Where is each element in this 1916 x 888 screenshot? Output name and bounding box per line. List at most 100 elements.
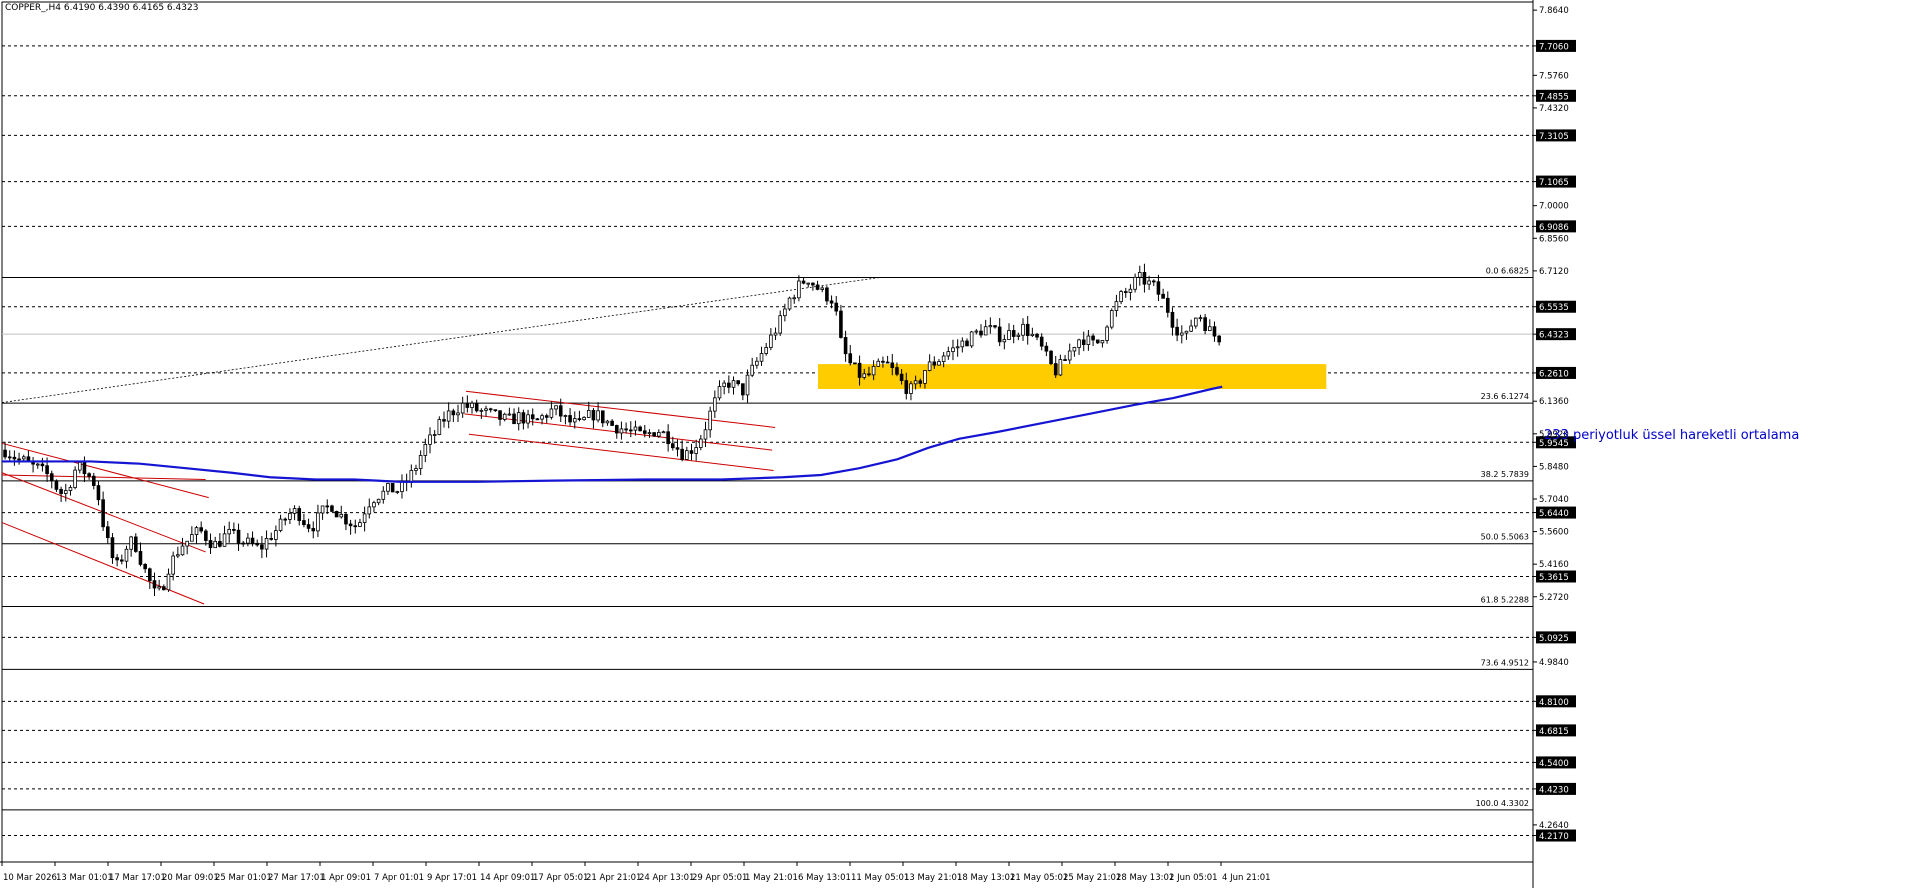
candle-body	[236, 529, 241, 544]
candle-body	[913, 380, 918, 385]
candle-body	[362, 513, 367, 524]
candle-body	[979, 330, 983, 336]
price-box-label: 6.9086	[1539, 223, 1569, 233]
candle-body	[1109, 310, 1114, 328]
time-tick-label: 2 Jun 05:01	[1169, 873, 1218, 883]
candle-body	[134, 536, 138, 552]
price-box-label: 4.6815	[1539, 727, 1569, 737]
time-tick-label: 7 Apr 01:01	[374, 873, 424, 883]
candle-body	[49, 473, 54, 482]
candle-body	[493, 409, 498, 412]
candle-body	[400, 481, 404, 492]
time-tick-label: 28 May 13:01	[1116, 873, 1174, 883]
candle-body	[801, 280, 806, 284]
candle-body	[105, 526, 110, 539]
candle-body	[110, 537, 115, 559]
candle-body	[927, 361, 932, 371]
candle-body	[974, 330, 979, 333]
candle-body	[1137, 272, 1142, 278]
candle-body	[619, 428, 624, 434]
candle-body	[876, 360, 881, 367]
candle-body	[302, 520, 306, 526]
candle-body	[1165, 297, 1170, 313]
candle-body	[162, 586, 166, 591]
candle-body	[498, 410, 502, 420]
candle-body	[470, 402, 474, 408]
candle-body	[820, 287, 825, 290]
candle-body	[250, 537, 255, 544]
candle-body	[1123, 291, 1128, 293]
candle-body	[264, 538, 269, 550]
candle-body	[881, 360, 885, 363]
time-tick-label: 11 May 05:01	[851, 873, 909, 883]
candle-body	[960, 340, 965, 348]
candle-body	[283, 518, 288, 521]
candle-body	[727, 382, 731, 388]
candle-body	[600, 410, 605, 424]
candle-body	[442, 419, 446, 422]
candle-body	[843, 337, 848, 355]
candle-body	[460, 402, 465, 414]
candle-body	[717, 386, 722, 399]
candle-body	[1100, 340, 1105, 344]
candle-body	[647, 432, 652, 435]
price-tick-label: 4.2640	[1539, 821, 1569, 831]
candle-body	[432, 434, 437, 436]
price-box-label: 6.4323	[1539, 331, 1569, 341]
candle-body	[297, 508, 302, 521]
price-box-label: 6.5535	[1539, 303, 1569, 313]
candle-body	[745, 374, 750, 396]
price-box-label: 4.5400	[1539, 759, 1569, 769]
candle-body	[1058, 359, 1063, 376]
candle-body	[628, 429, 633, 432]
candle-body	[87, 473, 91, 477]
candle-body	[218, 540, 222, 547]
candle-body	[208, 540, 213, 549]
candles-group	[3, 263, 1221, 597]
candle-body	[834, 302, 839, 312]
candle-body	[904, 380, 909, 394]
candle-body	[418, 455, 423, 469]
candle-body	[143, 563, 147, 570]
candle-body	[829, 300, 834, 304]
candle-body	[605, 420, 610, 424]
candle-body	[255, 542, 260, 546]
candle-body	[769, 334, 773, 348]
candle-body	[512, 413, 516, 425]
support-zone	[818, 364, 1327, 389]
candle-body	[45, 465, 49, 475]
candle-body	[1105, 326, 1109, 341]
candle-body	[325, 505, 330, 508]
candle-body	[344, 513, 348, 525]
candle-body	[955, 346, 960, 349]
candle-body	[792, 297, 797, 300]
candle-body	[909, 383, 913, 394]
candle-body	[899, 373, 904, 381]
candle-body	[1193, 317, 1198, 327]
candle-body	[1086, 335, 1091, 346]
candle-body	[409, 470, 414, 483]
candle-body	[825, 287, 829, 302]
candle-body	[708, 410, 712, 431]
candle-body	[1184, 330, 1189, 334]
price-tick-label: 5.2720	[1539, 593, 1569, 603]
candle-body	[367, 506, 372, 515]
candle-body	[320, 505, 325, 514]
candle-body	[479, 409, 484, 412]
price-box-label: 5.6440	[1539, 509, 1569, 519]
candle-body	[348, 523, 353, 527]
candle-body	[694, 447, 698, 454]
candle-body	[787, 297, 792, 310]
candle-body	[713, 397, 717, 412]
price-tick-label: 7.8640	[1539, 6, 1569, 16]
candle-body	[1091, 335, 1095, 341]
candle-body	[572, 418, 577, 423]
candle-body	[386, 483, 390, 492]
candle-body	[703, 429, 708, 440]
candle-body	[689, 450, 694, 454]
candle-body	[862, 373, 867, 378]
candle-body	[853, 362, 857, 365]
candle-body	[176, 554, 180, 557]
candle-body	[138, 551, 143, 565]
candle-body	[1128, 288, 1133, 293]
